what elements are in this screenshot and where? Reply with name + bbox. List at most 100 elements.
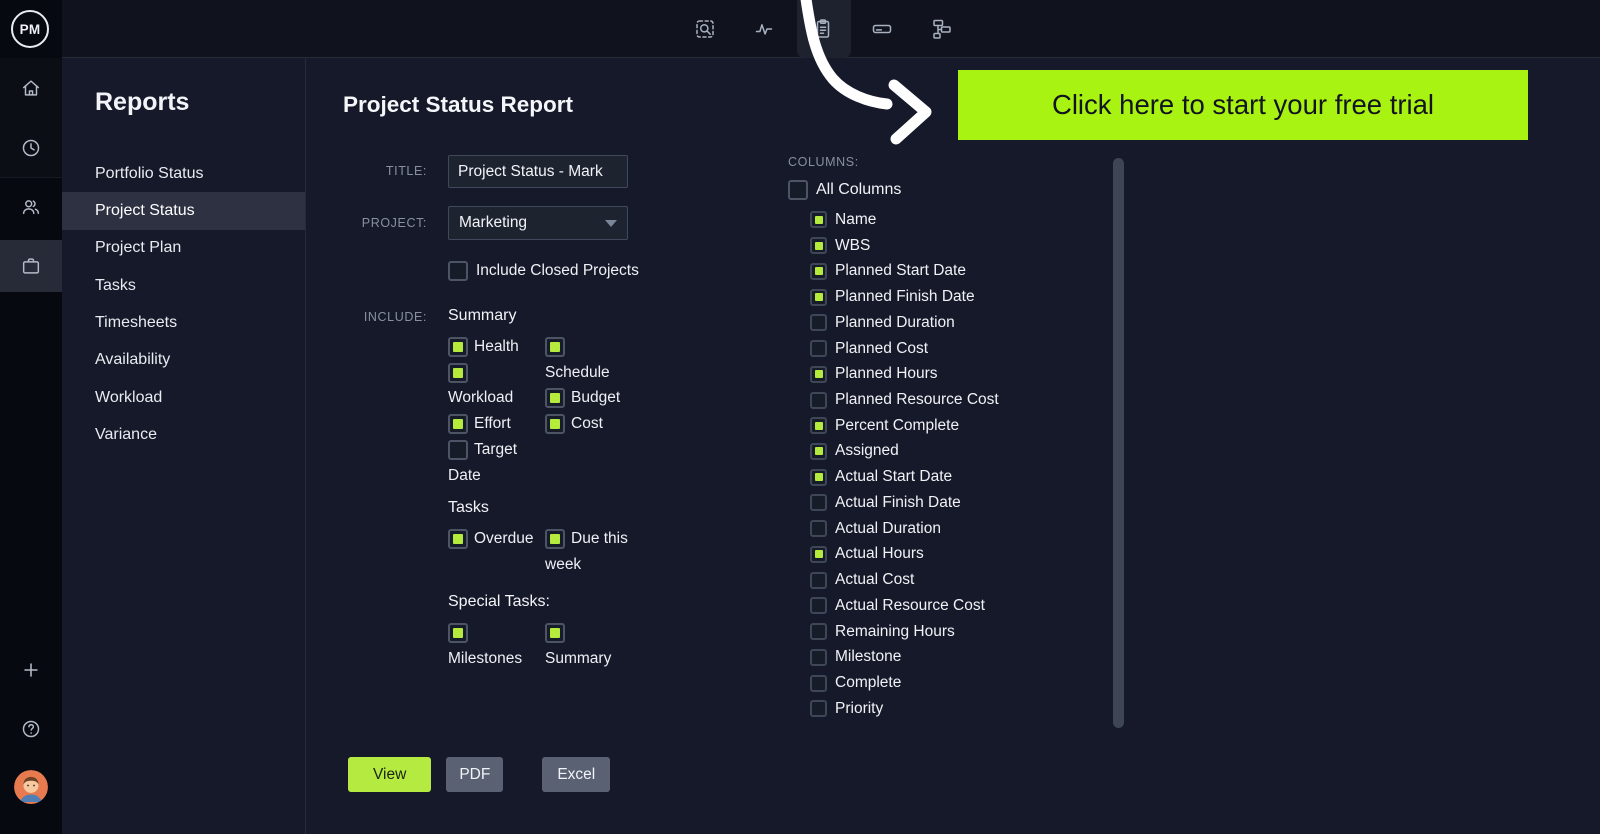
- checkbox: [448, 362, 468, 383]
- report-nav-item[interactable]: Workload: [62, 379, 305, 416]
- rail-section-block: [0, 58, 62, 177]
- checkbox: [810, 340, 827, 358]
- topbar-icons: [693, 17, 953, 41]
- include-closed-projects-checkbox[interactable]: Include Closed Projects: [448, 261, 639, 281]
- special-checkbox-item[interactable]: Summary: [545, 620, 675, 671]
- summary-checkbox-item[interactable]: Health: [448, 334, 545, 360]
- include-label: INCLUDE:: [363, 310, 427, 324]
- project-dropdown-value: Marketing: [459, 214, 528, 231]
- columns-list: Name WBS Planned Start Date Planned Fini…: [810, 207, 1118, 722]
- checkbox: [545, 414, 565, 435]
- checkbox: [810, 365, 827, 383]
- column-checkbox-item[interactable]: Actual Cost: [810, 567, 1118, 593]
- checkbox: [810, 520, 827, 538]
- checkbox: [810, 288, 827, 306]
- checkbox: [545, 622, 565, 643]
- column-checkbox-item[interactable]: WBS: [810, 233, 1118, 259]
- icon-rail: PM: [0, 0, 62, 834]
- column-checkbox-item[interactable]: Actual Hours: [810, 542, 1118, 568]
- special-checkbox-item[interactable]: Milestones: [448, 620, 545, 671]
- activity-icon[interactable]: [752, 17, 776, 41]
- column-checkbox-item[interactable]: Planned Resource Cost: [810, 387, 1118, 413]
- checkbox: [448, 261, 468, 281]
- column-checkbox-item[interactable]: Remaining Hours: [810, 619, 1118, 645]
- checkbox: [810, 468, 827, 486]
- add-icon[interactable]: [20, 659, 42, 681]
- summary-checkbox-item[interactable]: Target Date: [448, 437, 545, 488]
- page-title: Project Status Report: [343, 92, 574, 117]
- summary-checkbox-item[interactable]: Budget: [545, 385, 675, 411]
- report-nav-item[interactable]: Portfolio Status: [62, 155, 305, 192]
- checkbox: [810, 314, 827, 332]
- checkbox: [810, 648, 827, 666]
- column-checkbox-item[interactable]: Assigned: [810, 439, 1118, 465]
- project-label: PROJECT:: [361, 216, 427, 230]
- free-trial-banner[interactable]: Click here to start your free trial: [958, 70, 1528, 140]
- report-nav-item[interactable]: Project Status: [62, 192, 305, 230]
- checkbox: [545, 388, 565, 409]
- checkbox: [810, 571, 827, 589]
- report-nav-item[interactable]: Availability: [62, 342, 305, 379]
- report-nav-item[interactable]: Variance: [62, 416, 305, 453]
- column-checkbox-item[interactable]: Actual Resource Cost: [810, 593, 1118, 619]
- topbar: [0, 0, 1600, 58]
- report-actions: View PDF Excel: [348, 757, 611, 792]
- report-action-button[interactable]: View: [348, 757, 432, 792]
- help-icon[interactable]: [20, 718, 42, 740]
- chevron-down-icon: [605, 219, 617, 227]
- report-nav-item[interactable]: Project Plan: [62, 230, 305, 267]
- column-checkbox-item[interactable]: Actual Finish Date: [810, 490, 1118, 516]
- team-icon[interactable]: [20, 196, 42, 218]
- summary-checkbox-item[interactable]: Effort: [448, 411, 545, 437]
- checkbox: [810, 417, 827, 435]
- checkbox: [545, 528, 565, 549]
- column-checkbox-item[interactable]: Percent Complete: [810, 413, 1118, 439]
- column-checkbox-item[interactable]: Planned Start Date: [810, 258, 1118, 284]
- tasks-checkbox-item[interactable]: Overdue: [448, 526, 545, 552]
- special-tasks-section: Special Tasks: Milestones Summary: [448, 590, 683, 671]
- summary-checkbox-item[interactable]: Schedule: [545, 334, 675, 385]
- column-checkbox-item[interactable]: Milestone: [810, 644, 1118, 670]
- column-checkbox-item[interactable]: Actual Start Date: [810, 464, 1118, 490]
- clock-icon[interactable]: [20, 137, 42, 159]
- checkbox: [448, 528, 468, 549]
- home-icon[interactable]: [20, 77, 42, 99]
- report-nav-item[interactable]: Timesheets: [62, 304, 305, 341]
- report-action-button[interactable]: PDF: [446, 757, 504, 792]
- project-dropdown[interactable]: Marketing: [448, 206, 628, 240]
- pm-logo[interactable]: PM: [11, 10, 49, 48]
- column-checkbox-item[interactable]: Name: [810, 207, 1118, 233]
- briefcase-icon[interactable]: [20, 255, 42, 277]
- report-nav-item[interactable]: Tasks: [62, 267, 305, 304]
- checkbox: [810, 545, 827, 563]
- summary-checkbox-item[interactable]: Workload: [448, 360, 545, 411]
- vertical-scrollbar-thumb[interactable]: [1113, 158, 1124, 728]
- report-title-input[interactable]: [448, 155, 628, 188]
- column-checkbox-item[interactable]: Planned Duration: [810, 310, 1118, 336]
- tasks-section: Tasks Overdue Due this week: [448, 496, 683, 577]
- tasks-checkbox-item[interactable]: Due this week: [545, 526, 675, 577]
- all-columns-checkbox[interactable]: All Columns: [788, 179, 1118, 201]
- selection-search-icon[interactable]: [693, 17, 717, 41]
- checkbox: [810, 211, 827, 229]
- columns-section: COLUMNS: All Columns Name WBS Planned St…: [788, 155, 1118, 722]
- column-checkbox-item[interactable]: Planned Finish Date: [810, 284, 1118, 310]
- column-checkbox-item[interactable]: Priority: [810, 696, 1118, 722]
- checkbox: [545, 336, 565, 357]
- checkbox: [810, 237, 827, 255]
- checkbox: [810, 597, 827, 615]
- column-checkbox-item[interactable]: Actual Duration: [810, 516, 1118, 542]
- user-avatar[interactable]: [14, 770, 48, 804]
- clipboard-report-icon[interactable]: [811, 17, 835, 41]
- sitemap-icon[interactable]: [929, 17, 953, 41]
- report-action-button[interactable]: Excel: [542, 757, 611, 792]
- summary-checkbox-item[interactable]: Cost: [545, 411, 675, 437]
- reports-title: Reports: [95, 88, 190, 116]
- column-checkbox-item[interactable]: Planned Cost: [810, 336, 1118, 362]
- toolbar-icon[interactable]: [870, 17, 894, 41]
- all-columns-label: All Columns: [816, 181, 902, 198]
- column-checkbox-item[interactable]: Complete: [810, 670, 1118, 696]
- checkbox: [810, 700, 827, 718]
- checkbox: [810, 391, 827, 409]
- column-checkbox-item[interactable]: Planned Hours: [810, 361, 1118, 387]
